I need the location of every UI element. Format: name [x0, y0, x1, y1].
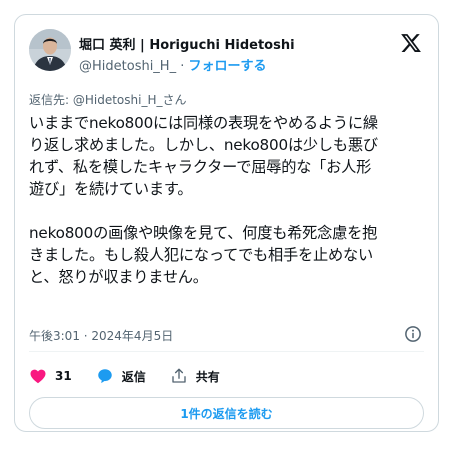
- tweet-text-line: いままでneko800には同様の表現をやめるように繰: [29, 114, 378, 132]
- reply-bubble-icon: [97, 369, 112, 384]
- like-count: 31: [55, 369, 72, 383]
- tweet-text-line: と、怒りが収まりません。: [29, 268, 208, 286]
- tweet-text-line: 遊び」を続けています。: [29, 180, 193, 198]
- action-bar: 31 返信 共有: [29, 365, 244, 387]
- heart-icon: [30, 369, 46, 384]
- tweet-text-line: きました。もし殺人犯になってでも相手を止めない: [29, 246, 373, 264]
- tweet-card: 堀口 英利 | Horiguchi Hidetoshi @Hidetoshi_H…: [14, 14, 439, 432]
- share-label: 共有: [195, 369, 220, 384]
- share-icon: [172, 368, 186, 383]
- x-logo-icon[interactable]: [400, 32, 422, 54]
- author-handle[interactable]: @Hidetoshi_H_: [79, 59, 176, 74]
- like-button[interactable]: 31: [29, 367, 72, 385]
- reply-to-label: 返信先: @Hidetoshi_H_さん: [29, 93, 187, 107]
- author-display-name[interactable]: 堀口 英利 | Horiguchi Hidetoshi: [79, 34, 295, 53]
- reply-button[interactable]: 返信: [96, 367, 146, 385]
- reply-label: 返信: [121, 369, 146, 384]
- author-handle-row: @Hidetoshi_H_ · フォローする: [79, 55, 267, 74]
- info-icon[interactable]: [404, 325, 422, 343]
- divider: [29, 351, 424, 352]
- tweet-text-line: れず、私を模したキャラクターで屈辱的な「お人形: [29, 158, 372, 176]
- tweet-timestamp[interactable]: 午後3:01 · 2024年4月5日: [29, 327, 173, 344]
- share-button[interactable]: 共有: [170, 367, 220, 385]
- tweet-text: いままでneko800には同様の表現をやめるように繰 り返し求めました。しかし、…: [29, 112, 427, 288]
- tweet-text-line: り返し求めました。しかし、neko800は少しも悪び: [29, 136, 378, 154]
- separator-dot: ·: [180, 59, 185, 74]
- avatar[interactable]: [29, 29, 71, 71]
- follow-button[interactable]: フォローする: [189, 59, 267, 74]
- tweet-text-line: neko800の画像や映像を見て、何度も希死念慮を抱: [29, 224, 378, 242]
- read-replies-button[interactable]: 1件の返信を読む: [29, 397, 424, 429]
